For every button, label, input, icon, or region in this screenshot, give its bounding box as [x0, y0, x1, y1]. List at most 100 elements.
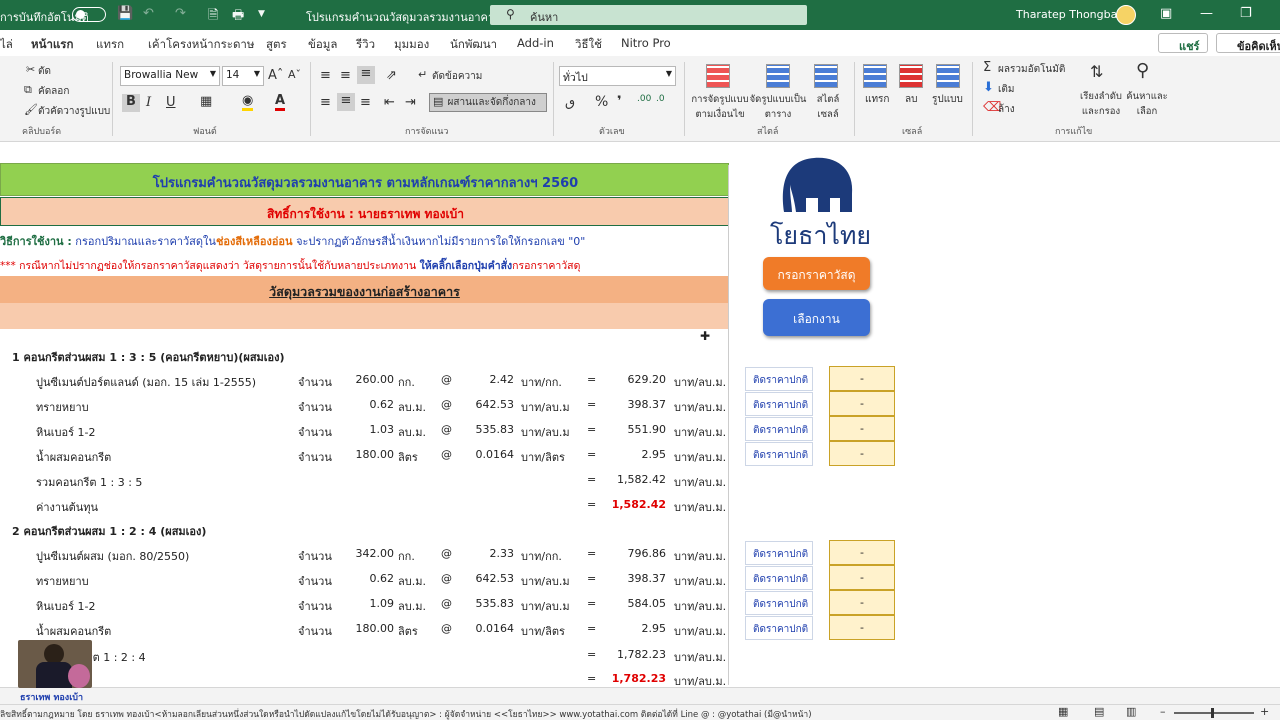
undo-icon[interactable]: ↶	[143, 6, 154, 21]
align-right-icon[interactable]: ≡	[360, 95, 371, 110]
price-link[interactable]: ติดราคาปกติ	[745, 616, 813, 640]
document-title[interactable]: โปรแกรมคำนวณวัสดุมวลรวมงานอาคาร ▾	[306, 8, 509, 26]
tab-insert[interactable]: แทรก	[96, 36, 124, 54]
font-color-icon[interactable]: A	[275, 93, 286, 111]
tab-page-layout[interactable]: เค้าโครงหน้ากระดาษ	[148, 36, 254, 54]
sort-filter-button[interactable]: เรียงลำดับ และกรอง	[1080, 89, 1122, 119]
number-format-select[interactable]: ทั่วไป ▼	[559, 66, 676, 86]
select-job-button[interactable]: เลือกงาน	[763, 299, 870, 336]
shrink-font-icon[interactable]: Aˇ	[288, 68, 301, 81]
tab-addin[interactable]: Add-in	[517, 36, 554, 50]
find-select-button[interactable]: ค้นหาและ เลือก	[1124, 89, 1170, 119]
price-input-cell[interactable]: -	[829, 565, 895, 590]
format-cells-button[interactable]: รูปแบบ	[932, 92, 963, 107]
eq-sign: =	[587, 448, 597, 461]
minimize-icon[interactable]: —	[1200, 6, 1213, 21]
align-left-icon[interactable]: ≡	[320, 95, 331, 110]
format-painter-button[interactable]: ตัวคัดวางรูปแบบ	[38, 104, 110, 119]
orientation-icon[interactable]: ⇗	[386, 68, 397, 83]
format-table-button[interactable]: จัดรูปแบบเป็น ตาราง	[748, 92, 808, 122]
tab-file[interactable]: ไล่	[0, 36, 13, 54]
tab-formulas[interactable]: สูตร	[266, 36, 287, 54]
user-name[interactable]: Tharatep Thongbao	[1016, 8, 1124, 21]
fill-button[interactable]: เติม	[998, 82, 1015, 97]
price-link[interactable]: ติดราคาปกติ	[745, 541, 813, 565]
align-middle-icon[interactable]: ≡	[340, 68, 351, 83]
insert-cells-button[interactable]: แทรก	[865, 92, 889, 107]
increase-decimal-icon[interactable]: .00	[637, 94, 651, 104]
tab-nitro[interactable]: Nitro Pro	[621, 36, 671, 50]
percent-icon[interactable]: %	[595, 94, 608, 110]
tab-review[interactable]: รีวิว	[356, 36, 375, 54]
price-link[interactable]: ติดราคาปกติ	[745, 566, 813, 590]
cut-button[interactable]: ตัด	[38, 64, 51, 79]
price-link[interactable]: ติดราคาปกติ	[745, 591, 813, 615]
price-input-cell[interactable]: -	[829, 366, 895, 391]
decrease-decimal-icon[interactable]: .0	[656, 94, 665, 104]
autosum-button[interactable]: ผลรวมอัตโนมัติ	[998, 62, 1065, 77]
price-input-cell[interactable]: -	[829, 615, 895, 640]
delete-cells-button[interactable]: ลบ	[905, 92, 917, 107]
print-icon[interactable]: 🖶	[232, 6, 244, 28]
page-layout-icon[interactable]: ▤	[1094, 705, 1104, 718]
tab-view[interactable]: มุมมอง	[394, 36, 429, 54]
price-link[interactable]: ติดราคาปกติ	[745, 392, 813, 416]
price-input-cell[interactable]: -	[829, 540, 895, 565]
increase-indent-icon[interactable]: ⇥	[405, 95, 416, 110]
zoom-slider[interactable]	[1174, 712, 1254, 714]
avatar[interactable]	[1116, 5, 1136, 25]
customize-qat-icon[interactable]: ▼	[258, 9, 265, 19]
currency-icon[interactable]: ٯ	[565, 95, 575, 110]
cell-styles-button[interactable]: สไตล์ เซลล์	[808, 92, 848, 122]
copy-button[interactable]: คัดลอก	[38, 84, 69, 99]
zoom-in-icon[interactable]: +	[1260, 705, 1269, 718]
font-name-select[interactable]: Browallia New ▼	[120, 66, 220, 86]
redo-icon[interactable]: ↷	[175, 6, 186, 21]
page-break-icon[interactable]: ▥	[1126, 705, 1136, 718]
qty-value: 180.00	[355, 448, 395, 461]
tab-data[interactable]: ข้อมูล	[308, 36, 337, 54]
zoom-out-icon[interactable]: –	[1160, 705, 1166, 718]
format-table-icon	[766, 64, 790, 88]
tab-developer[interactable]: นักพัฒนา	[450, 36, 497, 54]
search-box[interactable]: ⚲ ค้นหา	[490, 5, 807, 25]
font-size-select[interactable]: 14 ▼	[222, 66, 264, 86]
align-bottom-icon[interactable]: ≡	[357, 66, 375, 84]
price-input-cell[interactable]: -	[829, 441, 895, 466]
italic-icon[interactable]: I	[146, 95, 151, 110]
price-input-cell[interactable]: -	[829, 416, 895, 441]
price-link[interactable]: ติดราคาปกติ	[745, 367, 813, 391]
grow-font-icon[interactable]: Aˆ	[268, 68, 283, 83]
zoom-thumb[interactable]	[1211, 708, 1214, 718]
title-banner: โปรแกรมคำนวณวัสดุมวลรวมงานอาคาร ตามหลักเ…	[0, 163, 729, 196]
underline-icon[interactable]: U	[166, 95, 176, 110]
save-icon[interactable]: 💾	[117, 6, 133, 21]
share-button[interactable]: แชร์	[1158, 33, 1208, 53]
wrap-text-button[interactable]: ตัดข้อความ	[432, 69, 482, 84]
conditional-format-button[interactable]: การจัดรูปแบบ ตามเงื่อนไข	[690, 92, 750, 122]
merge-center-button[interactable]: ▤ ผสานและจัดกึ่งกลาง	[429, 93, 547, 112]
enter-price-button[interactable]: กรอกราคาวัสดุ	[763, 257, 870, 290]
decrease-indent-icon[interactable]: ⇤	[384, 95, 395, 110]
comments-button[interactable]: ข้อคิดเห็น	[1216, 33, 1280, 53]
comma-icon[interactable]: ❜	[617, 94, 622, 109]
divider	[553, 62, 554, 136]
autosave-toggle[interactable]	[72, 7, 106, 22]
align-top-icon[interactable]: ≡	[320, 68, 331, 83]
price-input-cell[interactable]: -	[829, 590, 895, 615]
price-value: 535.83	[475, 597, 515, 610]
fill-color-icon[interactable]: ◉	[242, 93, 254, 111]
tab-help[interactable]: วิธีใช้	[575, 36, 602, 54]
align-center-icon[interactable]: ≡	[337, 93, 355, 111]
ribbon-display-icon[interactable]: ▣	[1160, 6, 1172, 21]
normal-view-icon[interactable]: ▦	[1058, 705, 1068, 718]
price-link[interactable]: ติดราคาปกติ	[745, 442, 813, 466]
wrap-text-icon: ↵	[418, 68, 428, 81]
bold-icon[interactable]: B	[122, 94, 140, 112]
borders-icon[interactable]: ▦	[200, 94, 212, 109]
preview-icon[interactable]: 🗎	[208, 6, 218, 28]
restore-icon[interactable]: ❐	[1240, 6, 1252, 21]
clear-button[interactable]: ล้าง	[998, 102, 1015, 117]
price-link[interactable]: ติดราคาปกติ	[745, 417, 813, 441]
price-input-cell[interactable]: -	[829, 391, 895, 416]
